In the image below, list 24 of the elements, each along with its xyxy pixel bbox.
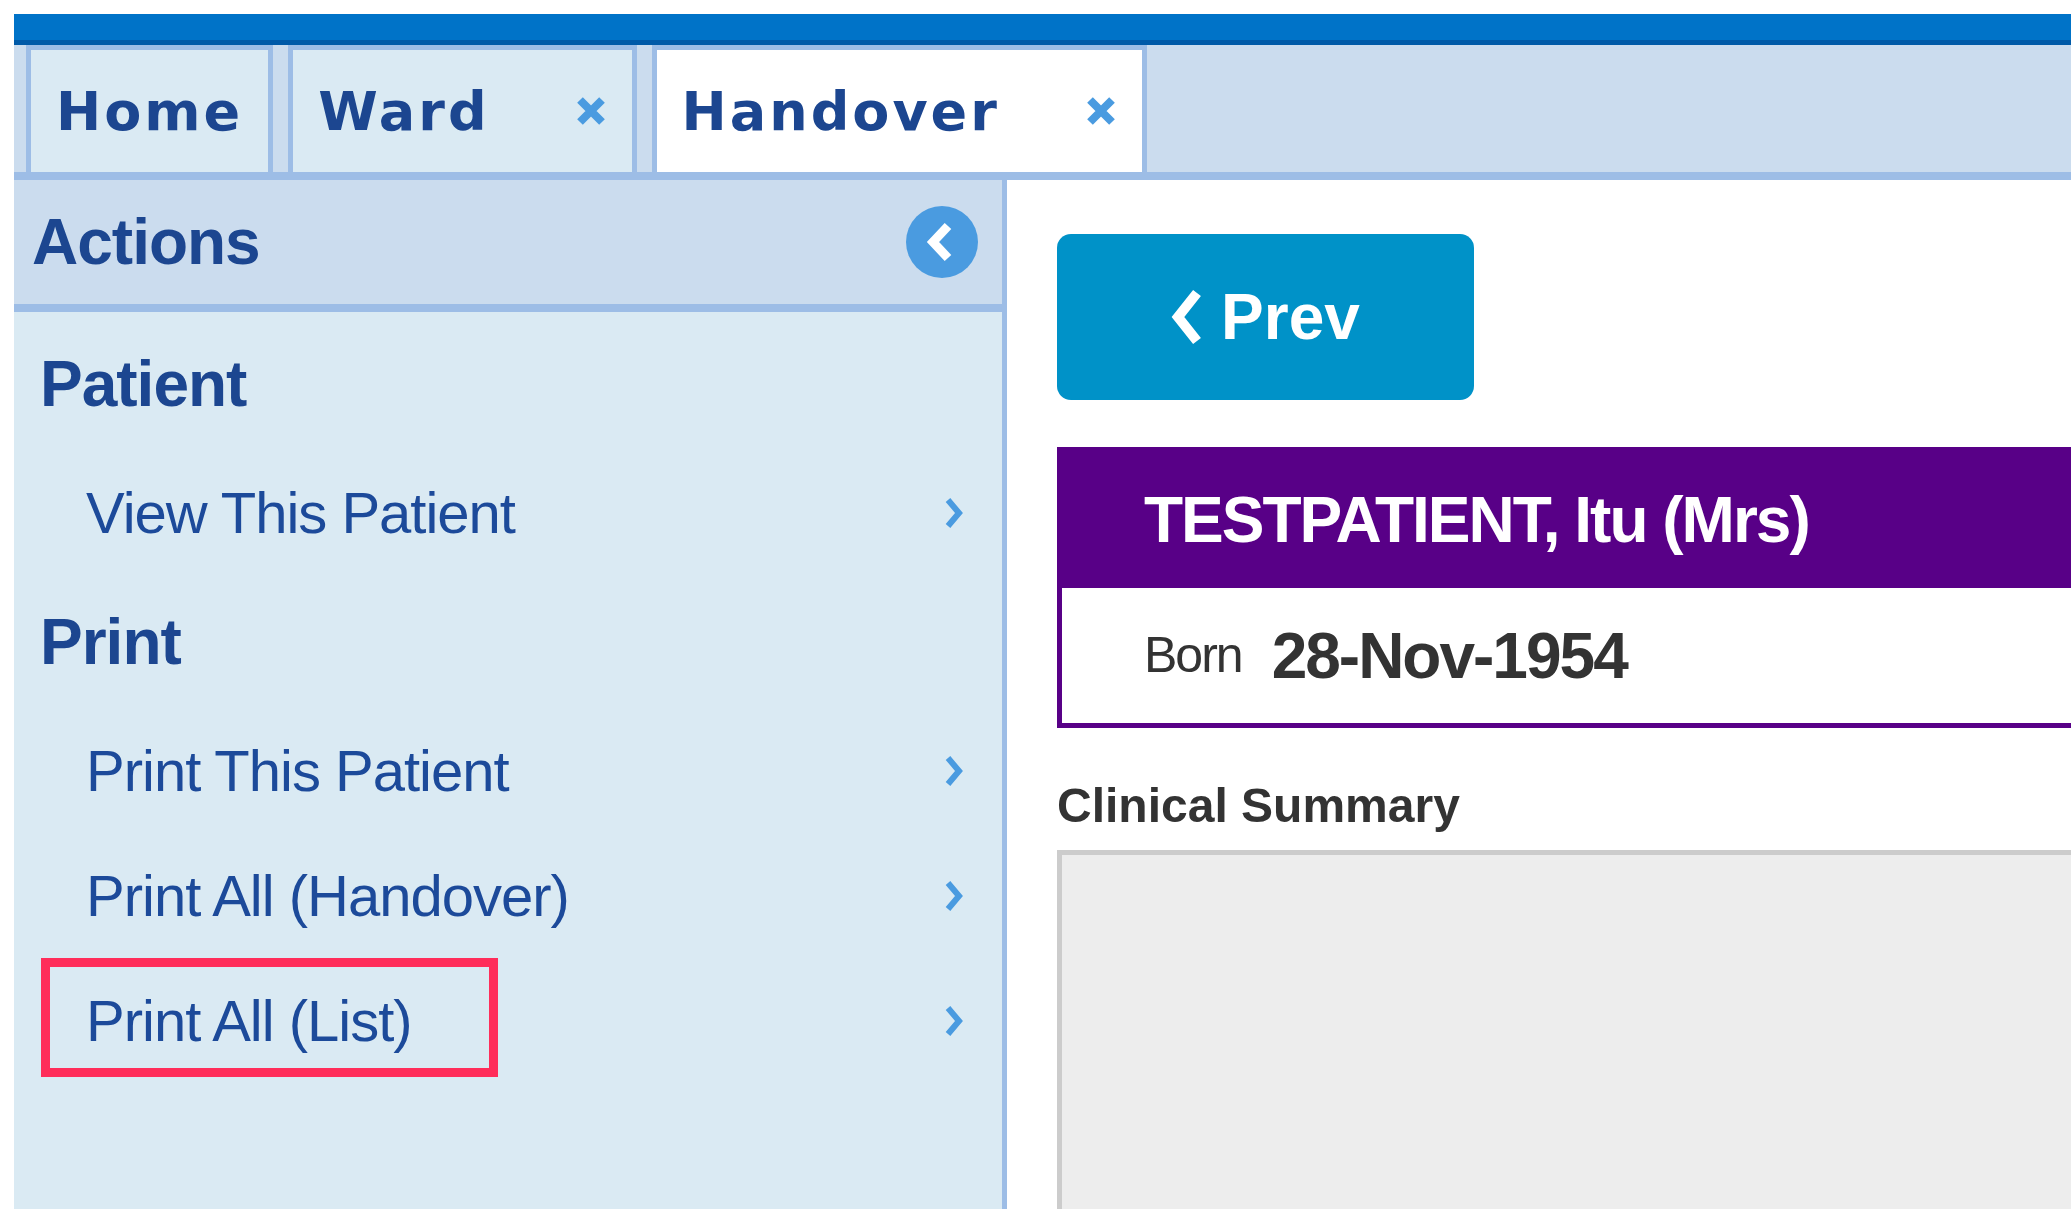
chevron-right-icon [944, 753, 964, 788]
chevron-right-icon [944, 878, 964, 913]
patient-name: TESTPATIENT, Itu (Mrs) [1144, 483, 1809, 558]
clinical-summary-field[interactable] [1057, 850, 2071, 1209]
chevron-right-icon [944, 495, 964, 530]
born-date: 28-Nov-1954 [1271, 618, 1627, 694]
sidebar-item[interactable]: Print All (Handover) [14, 833, 1002, 958]
close-icon[interactable] [1084, 95, 1117, 127]
chevron-left-icon [1171, 289, 1204, 345]
section-heading: Patient [40, 346, 247, 422]
section-label: Clinical Summary [1057, 778, 1460, 834]
tab[interactable]: Ward [288, 45, 637, 172]
collapse-icon[interactable] [906, 206, 978, 278]
tab[interactable]: Handover [651, 45, 1147, 172]
tab[interactable]: Home [26, 45, 274, 172]
prev-button[interactable]: Prev [1057, 234, 1474, 400]
section-heading: Print [40, 604, 181, 680]
sidebar-item[interactable]: Print All (List) [14, 958, 1002, 1083]
sidebar-item[interactable]: View This Patient [14, 450, 1002, 575]
born-label: Born [1144, 626, 1242, 685]
sidebar-item[interactable]: Print This Patient [14, 708, 1002, 833]
close-icon[interactable] [574, 95, 607, 127]
chevron-right-icon [944, 1003, 964, 1038]
sidebar-title: Actions [32, 205, 260, 280]
